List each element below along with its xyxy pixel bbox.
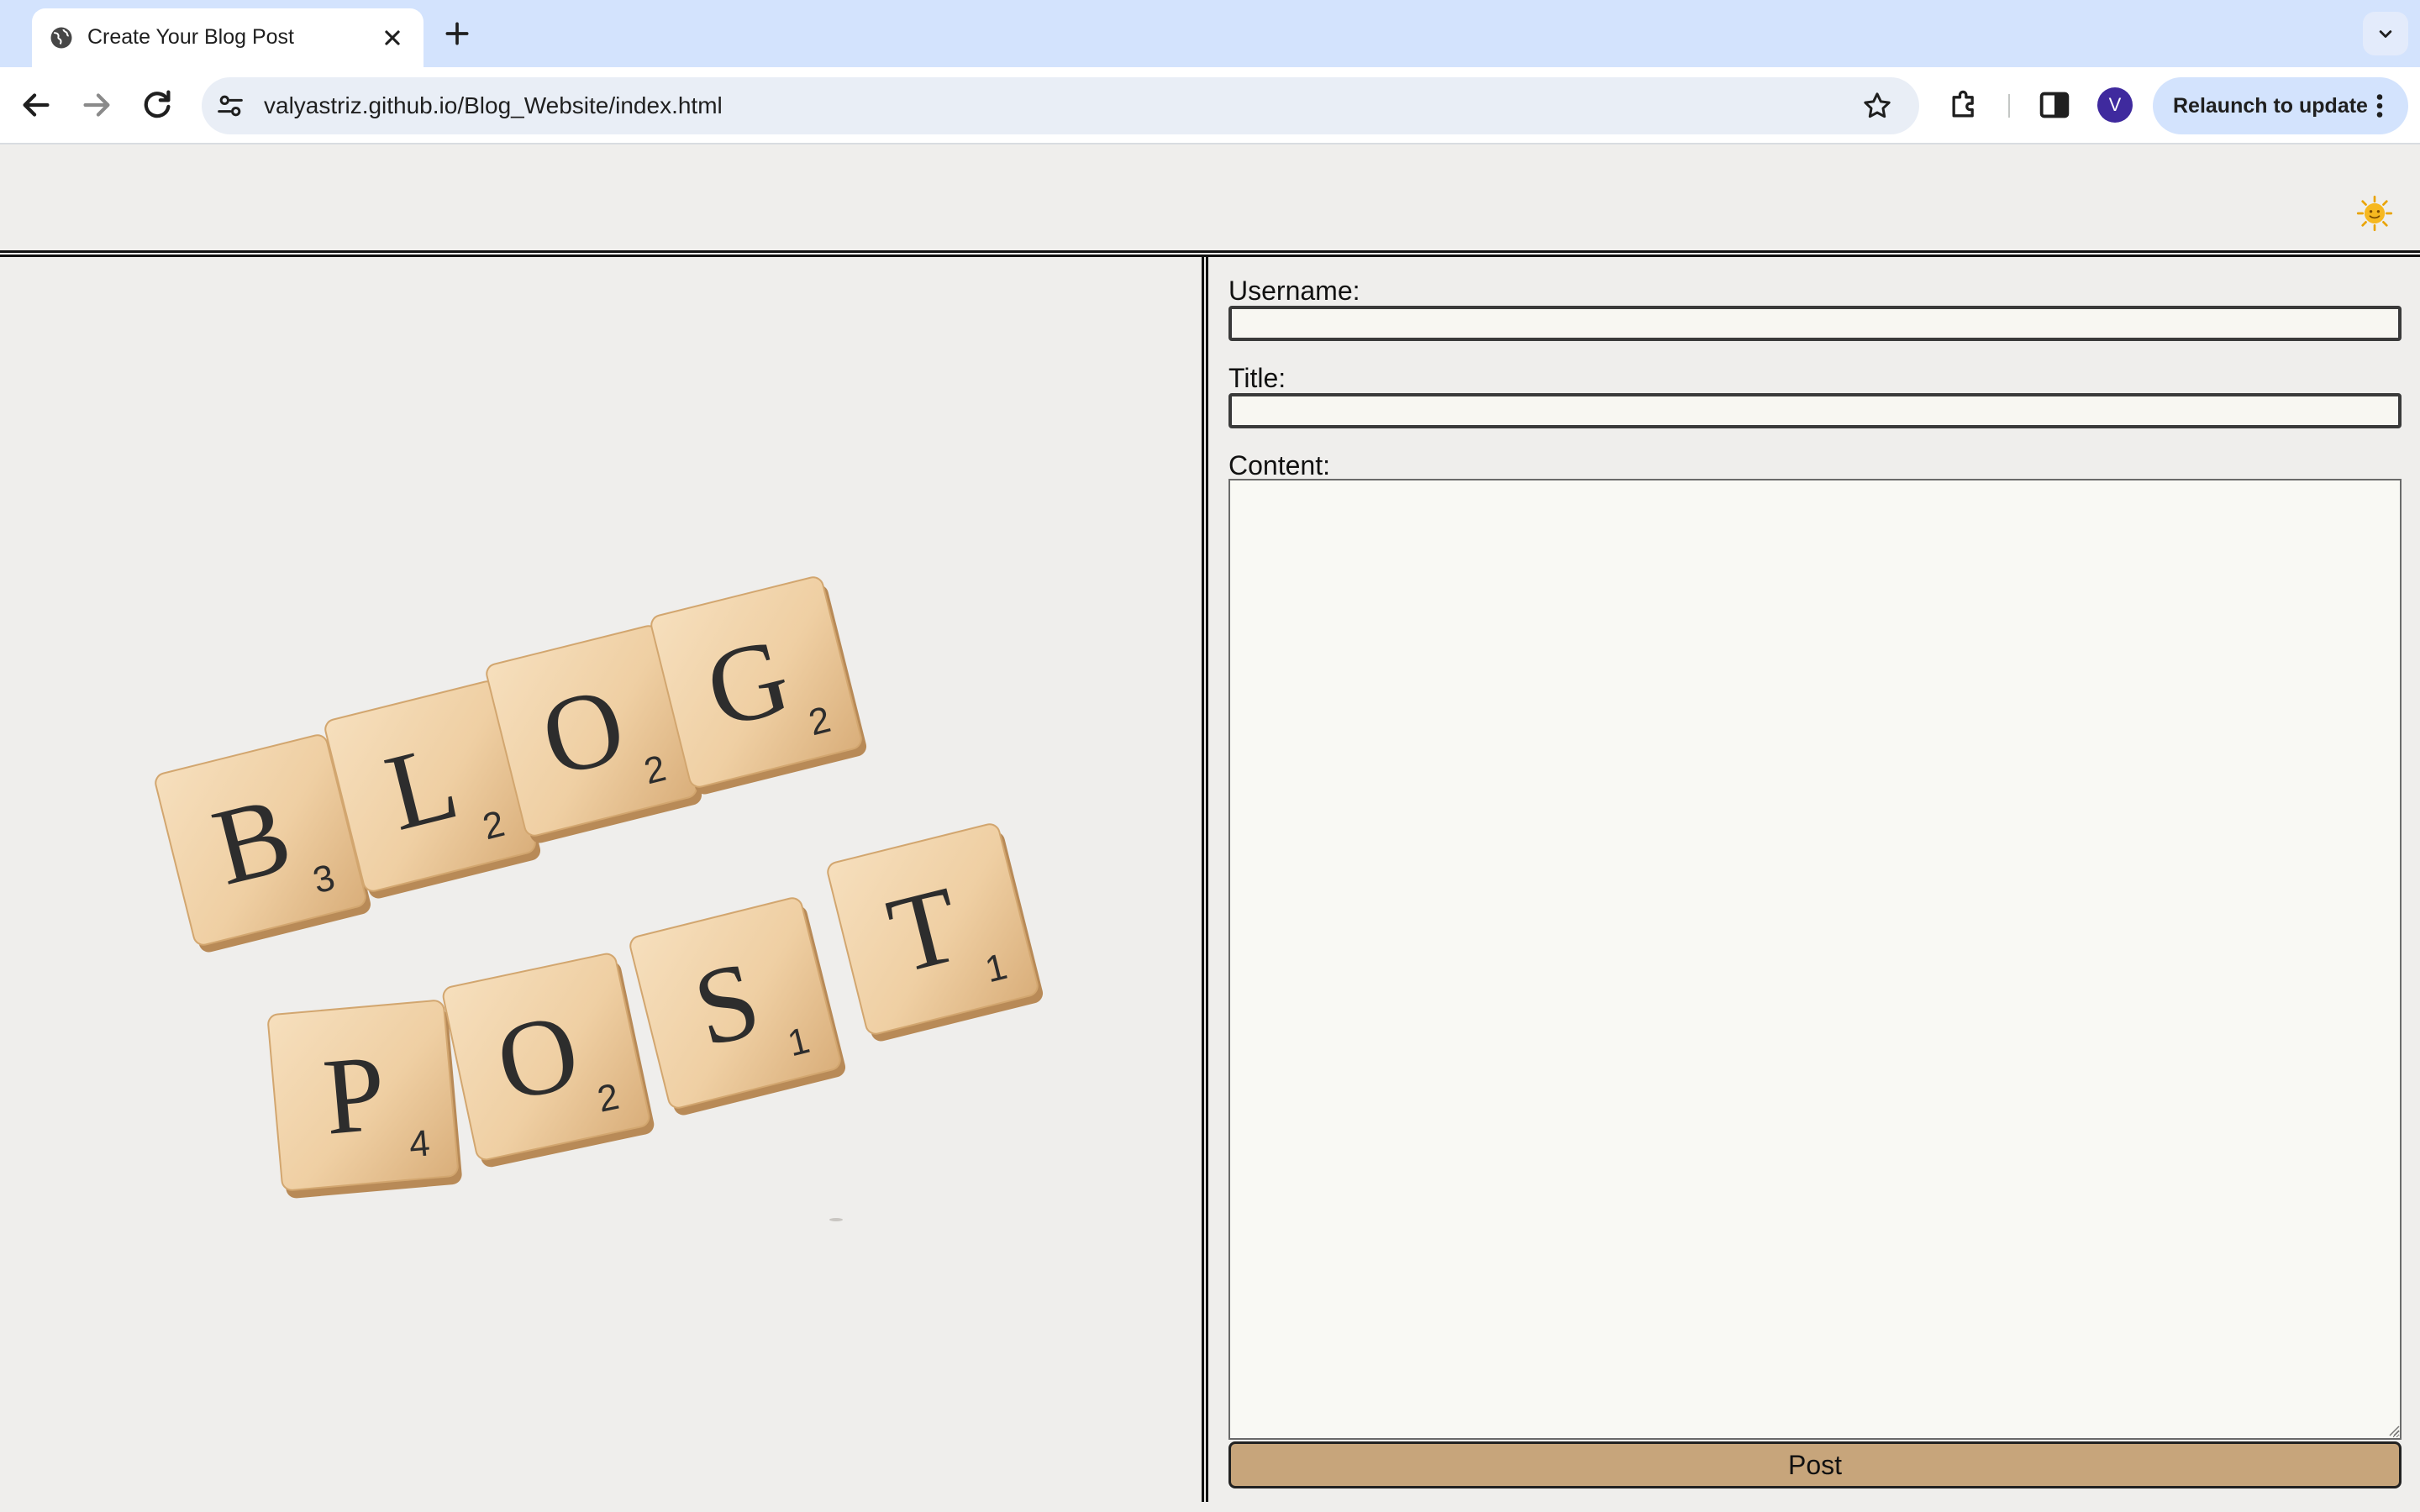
bookmark-star-icon[interactable] <box>1860 89 1894 123</box>
reload-icon[interactable] <box>138 86 176 124</box>
sun-face-icon[interactable] <box>2356 195 2393 232</box>
close-tab-icon[interactable] <box>378 24 407 52</box>
tile-s: S1 <box>629 897 846 1116</box>
image-speck <box>829 1218 843 1221</box>
browser-tab-active[interactable]: Create Your Blog Post <box>32 8 424 67</box>
page-header <box>0 146 2420 250</box>
blog-post-form: Username: Title: Content: Post <box>1228 257 2405 1512</box>
browser-toolbar: valyastriz.github.io/Blog_Website/index.… <box>0 67 2420 144</box>
forward-arrow-icon[interactable] <box>77 86 116 124</box>
extensions-puzzle-icon[interactable] <box>1946 86 1983 124</box>
profile-avatar[interactable]: V <box>2097 87 2133 123</box>
tab-search-button[interactable] <box>2363 12 2408 55</box>
relaunch-to-update-button[interactable]: Relaunch to update <box>2153 77 2408 134</box>
toolbar-divider <box>2008 94 2010 118</box>
relaunch-label: Relaunch to update <box>2173 94 2368 118</box>
browser-tab-strip: Create Your Blog Post <box>0 0 2420 67</box>
site-settings-icon[interactable] <box>213 89 247 123</box>
address-bar[interactable]: valyastriz.github.io/Blog_Website/index.… <box>202 77 1919 134</box>
tile-p: P4 <box>267 1000 462 1199</box>
chevron-down-icon <box>2379 30 2392 38</box>
tile-score: 4 <box>408 1122 432 1165</box>
more-menu-icon[interactable] <box>2373 91 2386 121</box>
new-tab-plus-icon[interactable] <box>440 17 474 50</box>
resize-grip-icon[interactable] <box>2388 1425 2400 1436</box>
blog-post-scrabble-image: B 3L 2O 2G 2P 4O 2S 1T 1 <box>155 576 1044 1221</box>
column-divider <box>1202 257 1208 1502</box>
back-arrow-icon[interactable] <box>17 86 55 124</box>
username-input[interactable] <box>1228 306 2402 341</box>
url-text[interactable]: valyastriz.github.io/Blog_Website/index.… <box>264 92 723 119</box>
header-divider <box>0 250 2420 257</box>
content-label: Content: <box>1228 450 1330 480</box>
globe-icon <box>50 27 72 49</box>
tile-o: O2 <box>442 953 655 1168</box>
title-label: Title: <box>1228 363 1286 393</box>
post-button[interactable]: Post <box>1228 1441 2402 1488</box>
tab-title: Create Your Blog Post <box>87 25 294 49</box>
username-label: Username: <box>1228 276 1360 306</box>
hero-image-pane: B3L2O2G2P4O2S1T1 <box>0 257 1202 1512</box>
title-input[interactable] <box>1228 393 2402 428</box>
tile-t: T1 <box>827 823 1044 1042</box>
tile-letter: P <box>319 1032 391 1158</box>
content-textarea[interactable] <box>1228 479 2402 1440</box>
side-panel-icon[interactable] <box>2035 86 2074 124</box>
